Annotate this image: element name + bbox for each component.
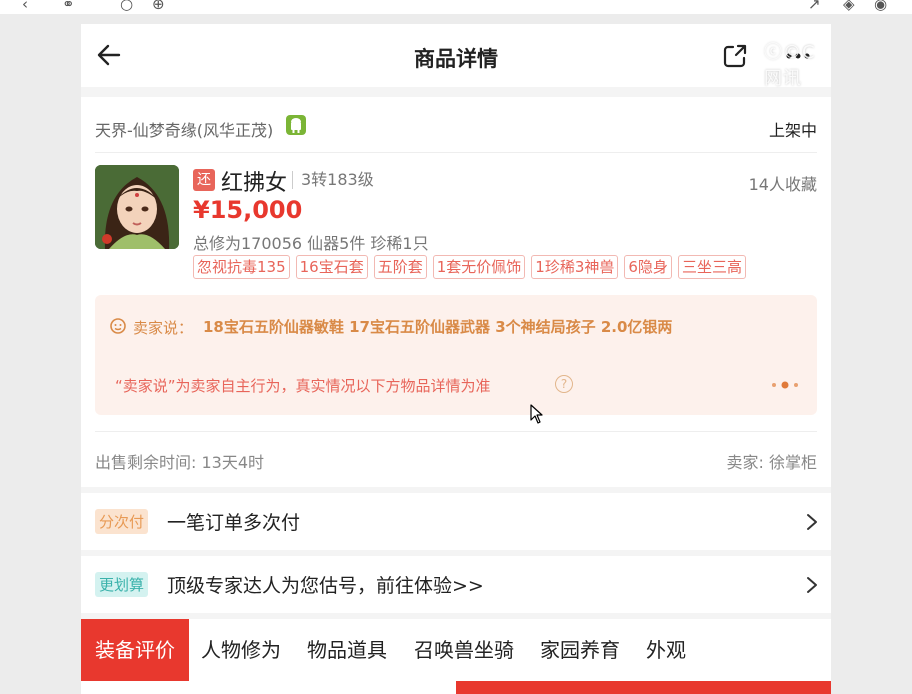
top-bar: 商品详情 ⓒ©C网讯 bbox=[81, 24, 831, 89]
divider bbox=[95, 152, 817, 153]
refresh-icon[interactable]: ○ bbox=[120, 0, 133, 14]
feature-tag: 1珍稀3神兽 bbox=[531, 255, 619, 279]
tab-equipment-review[interactable]: 装备评价 bbox=[81, 619, 189, 681]
time-left: 出售剩余时间: 13天4时 bbox=[95, 453, 265, 472]
character-stats: 总修为170056 仙器5件 珍稀1只 bbox=[193, 234, 429, 253]
watermark: ⓒ©C网讯 bbox=[764, 42, 816, 89]
tab-summons-mounts[interactable]: 召唤兽坐骑 bbox=[414, 619, 514, 681]
chevron-left-icon[interactable]: ‹ bbox=[22, 0, 28, 14]
tab-homestead[interactable]: 家园养育 bbox=[540, 619, 620, 681]
feature-tag: 三坐三高 bbox=[677, 255, 746, 279]
seller-remarks: 卖家说： 18宝石五阶仙器敏鞋 17宝石五阶仙器武器 3个神结局孩子 2.0亿银… bbox=[95, 295, 817, 415]
valuation-badge: 更划算 bbox=[95, 572, 149, 597]
chevron-right-icon bbox=[807, 577, 817, 593]
valuation-text: 顶级专家达人为您估号，前往体验>> bbox=[167, 575, 484, 597]
app-container: 商品详情 ⓒ©C网讯 天界-仙梦奇缘(风华正茂) 上架中 还 红拂女 3转183… bbox=[81, 24, 831, 694]
valuation-row[interactable]: 更划算 顶级专家达人为您估号，前往体验>> bbox=[81, 556, 831, 613]
price: ¥15,000 bbox=[193, 196, 303, 224]
installment-row[interactable]: 分次付 一笔订单多次付 bbox=[81, 493, 831, 550]
feature-tag: 忽视抗毒135 bbox=[193, 255, 290, 279]
seller-name[interactable]: 卖家: 徐掌柜 bbox=[727, 449, 817, 473]
pagination-dots-icon bbox=[772, 381, 798, 389]
page-title: 商品详情 bbox=[414, 47, 498, 71]
reversible-badge: 还 bbox=[193, 169, 215, 191]
favorites-count[interactable]: 14人收藏 bbox=[749, 171, 817, 195]
feature-tag: 1套无价佩饰 bbox=[432, 255, 526, 279]
chat-icon bbox=[110, 318, 126, 334]
profile-icon[interactable]: ◉ bbox=[874, 0, 887, 14]
android-icon bbox=[286, 115, 306, 135]
item-card: 天界-仙梦奇缘(风华正茂) 上架中 还 红拂女 3转183级 14人收藏 ¥15… bbox=[81, 97, 831, 487]
tab-character-cultivation[interactable]: 人物修为 bbox=[201, 619, 281, 681]
seller-remarks-disclaimer: “卖家说”为卖家自主行为，真实情况以下方物品详情为准 bbox=[115, 377, 491, 395]
divider bbox=[95, 431, 817, 432]
mouse-cursor-icon bbox=[530, 404, 543, 424]
chevron-right-icon bbox=[807, 514, 817, 530]
seller-remarks-text: 18宝石五阶仙器敏鞋 17宝石五阶仙器武器 3个神结局孩子 2.0亿银两 bbox=[203, 318, 673, 336]
link-icon[interactable]: ⚭ bbox=[62, 0, 75, 14]
tab-items[interactable]: 物品道具 bbox=[307, 619, 387, 681]
character-avatar[interactable] bbox=[95, 165, 179, 249]
detail-tabs: 装备评价 人物修为 物品道具 召唤兽坐骑 家园养育 外观 bbox=[81, 619, 831, 681]
tab-appearance[interactable]: 外观 bbox=[646, 619, 686, 681]
character-level: 3转183级 bbox=[292, 171, 374, 189]
feature-tag: 五阶套 bbox=[373, 255, 427, 279]
buy-button[interactable] bbox=[456, 681, 831, 694]
help-icon[interactable]: ? bbox=[555, 375, 573, 393]
seller-remarks-label: 卖家说： bbox=[133, 319, 194, 337]
feature-tag: 16宝石套 bbox=[295, 255, 368, 279]
installment-text: 一笔订单多次付 bbox=[167, 512, 301, 534]
feature-tags: 忽视抗毒135 16宝石套 五阶套 1套无价佩饰 1珍稀3神兽 6隐身 三坐三高 bbox=[193, 255, 746, 279]
browser-toolbar: ‹ ⚭ ○ ⊕ ↗ ◈ ◉ bbox=[0, 0, 912, 14]
feature-tag: 6隐身 bbox=[624, 255, 672, 279]
cube-icon[interactable]: ◈ bbox=[843, 0, 855, 14]
listing-status: 上架中 bbox=[768, 121, 817, 140]
globe-icon[interactable]: ⊕ bbox=[152, 0, 165, 14]
character-name: 红拂女 bbox=[221, 171, 288, 196]
share-arrow-icon[interactable]: ↗ bbox=[808, 0, 821, 14]
server-name: 天界-仙梦奇缘(风华正茂) bbox=[95, 121, 274, 140]
installment-badge: 分次付 bbox=[95, 509, 149, 534]
share-icon[interactable] bbox=[722, 43, 748, 69]
